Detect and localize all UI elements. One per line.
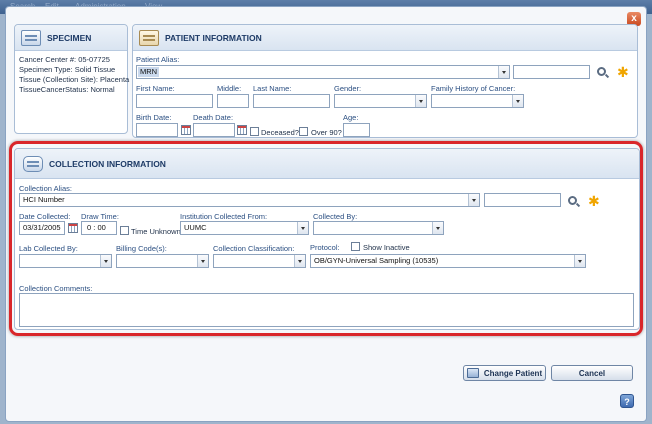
specimen-icon: [21, 29, 41, 46]
last-name-label: Last Name:: [253, 84, 292, 93]
gender-label: Gender:: [334, 84, 362, 93]
search-icon[interactable]: [597, 67, 606, 76]
new-star-icon[interactable]: ✱: [617, 65, 629, 79]
age-input[interactable]: [343, 123, 370, 137]
birth-date-label: Birth Date:: [136, 113, 172, 122]
specimen-title: SPECIMEN: [47, 32, 92, 43]
middle-input[interactable]: [217, 94, 249, 108]
change-patient-button[interactable]: Change Patient: [463, 365, 546, 381]
chevron-down-icon[interactable]: [512, 95, 523, 107]
specimen-row-status: TissueCancerStatus: Normal: [19, 85, 115, 94]
calendar-icon[interactable]: [181, 125, 191, 135]
patient-title: PATIENT INFORMATION: [165, 32, 262, 43]
over90-checkbox[interactable]: [299, 127, 308, 136]
specimen-row-cancer-center: Cancer Center #: 05-07725: [19, 55, 110, 64]
chevron-down-icon[interactable]: [498, 66, 509, 78]
specimen-row-tissue: Tissue (Collection Site): Placenta: [19, 75, 130, 84]
patient-header: PATIENT INFORMATION: [133, 25, 637, 51]
specimen-panel: SPECIMEN Cancer Center #: 05-07725 Speci…: [14, 24, 130, 134]
family-history-select[interactable]: [431, 94, 524, 108]
death-date-input[interactable]: [193, 123, 235, 137]
patient-alias-select[interactable]: MRN: [136, 65, 510, 79]
first-name-input[interactable]: [136, 94, 213, 108]
family-history-label: Family History of Cancer:: [431, 84, 516, 93]
over90-label: Over 90?: [311, 128, 342, 137]
first-name-label: First Name:: [136, 84, 175, 93]
last-name-input[interactable]: [253, 94, 330, 108]
specimen-row-type: Specimen Type: Solid Tissue: [19, 65, 116, 74]
chevron-down-icon[interactable]: [415, 95, 426, 107]
deceased-checkbox[interactable]: [250, 127, 259, 136]
patient-card-icon: [466, 368, 479, 378]
patient-card-icon: [139, 29, 159, 46]
gender-select[interactable]: [334, 94, 427, 108]
calendar-icon[interactable]: [237, 125, 247, 135]
specimen-header: SPECIMEN: [15, 25, 127, 51]
deceased-label: Deceased?: [261, 128, 299, 137]
patient-alias-value-input[interactable]: [513, 65, 590, 79]
highlight-outline: [9, 141, 643, 336]
cancel-button[interactable]: Cancel: [551, 365, 633, 381]
birth-date-input[interactable]: [136, 123, 178, 137]
help-icon[interactable]: ?: [620, 394, 634, 408]
age-label: Age:: [343, 113, 359, 122]
death-date-label: Death Date:: [193, 113, 234, 122]
middle-label: Middle:: [217, 84, 242, 93]
patient-alias-label: Patient Alias:: [136, 55, 180, 64]
